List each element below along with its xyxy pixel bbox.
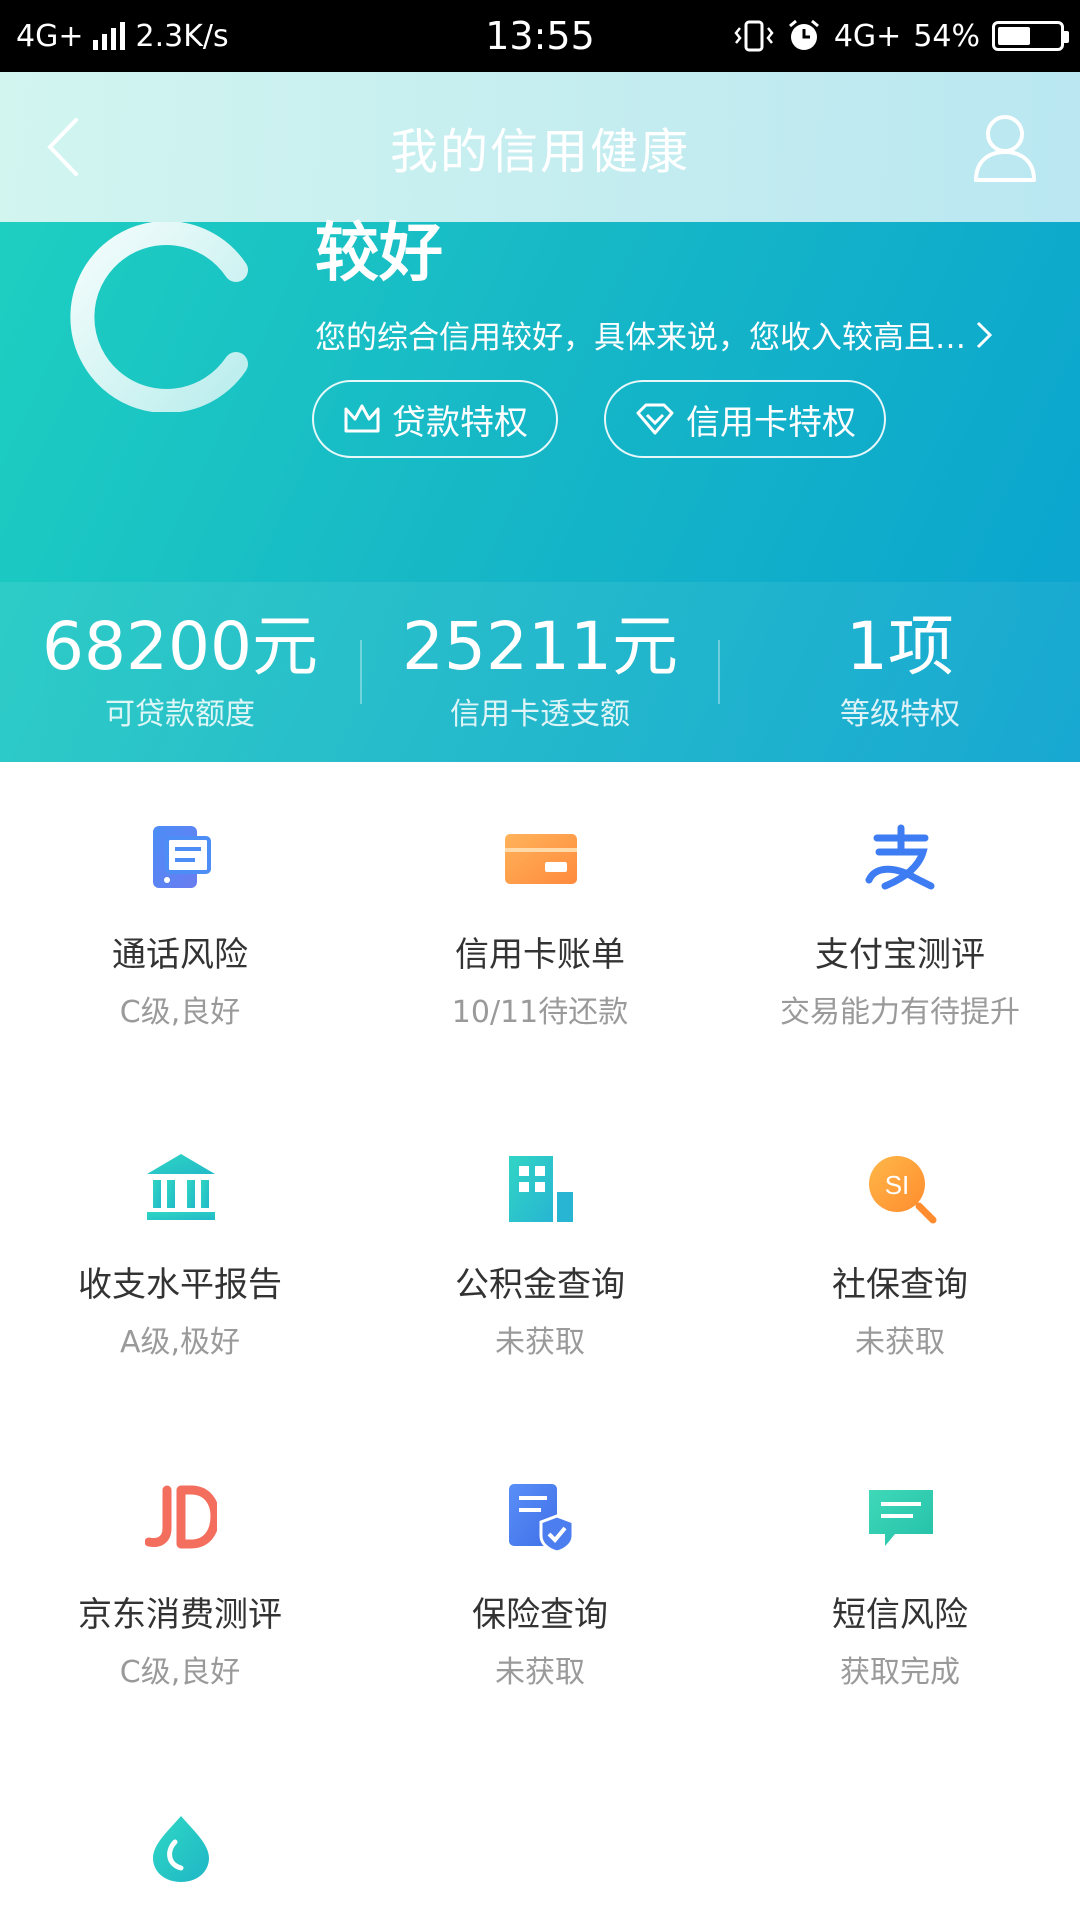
- grid-item-credit-card-bill[interactable]: 信用卡账单 10/11待还款: [360, 762, 720, 1092]
- nav-bar: 我的信用健康: [0, 72, 1080, 222]
- grid-item-alipay-review[interactable]: 支付宝测评 交易能力有待提升: [720, 762, 1080, 1092]
- grid-item-subtitle: A级,极好: [119, 1325, 241, 1360]
- grid-item-title: 信用卡账单: [455, 935, 625, 975]
- grid-item-call-risk[interactable]: 通话风险 C级,良好: [0, 762, 360, 1092]
- grid-item-insurance[interactable]: 保险查询 未获取: [360, 1422, 720, 1752]
- grid-item-subtitle: 10/11待还款: [451, 995, 629, 1030]
- alipay-icon: [865, 824, 935, 890]
- status-bar: 4G+ 2.3K/s 13:55 4G+ 54%: [0, 0, 1080, 72]
- c-grade-ring-icon: [70, 222, 248, 412]
- grid-item-subtitle: 未获取: [495, 1325, 585, 1360]
- credit-hero: 我的信用健康 较好 您的综合信用较好，具体来说，您收入较高且… 贷款特权 信用卡…: [0, 72, 1080, 762]
- drop-icon: [153, 1816, 209, 1882]
- stat-credit-card-overdraft[interactable]: 25211元 信用卡透支额: [360, 607, 720, 734]
- user-icon[interactable]: [970, 108, 1040, 186]
- diamond-icon: [636, 403, 674, 435]
- grid-item-sms-risk[interactable]: 短信风险 获取完成: [720, 1422, 1080, 1752]
- grade-description[interactable]: 您的综合信用较好，具体来说，您收入较高且…: [315, 312, 996, 357]
- grade-title: 较好: [315, 217, 443, 291]
- grid-item-subtitle: 交易能力有待提升: [780, 995, 1020, 1030]
- grid-item-subtitle: 未获取: [855, 1325, 945, 1360]
- grid-item-housing-fund[interactable]: 公积金查询 未获取: [360, 1092, 720, 1422]
- stats-row: 68200元 可贷款额度 25211元 信用卡透支额 1项 等级特权: [0, 582, 1080, 762]
- grid-item-title: 支付宝测评: [815, 935, 985, 975]
- stat-loan-limit[interactable]: 68200元 可贷款额度: [0, 607, 360, 734]
- credit-card-icon: [505, 834, 577, 884]
- grid-item-social-security[interactable]: SI 社保查询 未获取: [720, 1092, 1080, 1422]
- stat-value: 25211元: [402, 607, 678, 685]
- phone-risk-icon: [153, 826, 211, 888]
- loan-privilege-button[interactable]: 贷款特权: [312, 380, 558, 458]
- grid-item-title: 收支水平报告: [78, 1265, 282, 1305]
- crown-icon: [344, 404, 380, 433]
- grade-description-text: 您的综合信用较好，具体来说，您收入较高且…: [315, 320, 966, 356]
- grid-item-title: 公积金查询: [455, 1265, 625, 1305]
- grid-item-title: 通话风险: [112, 935, 248, 975]
- grid-item-jd-review[interactable]: 京东消费测评 C级,良好: [0, 1422, 360, 1752]
- loan-privilege-label: 贷款特权: [392, 402, 528, 443]
- battery-percent: 54%: [913, 18, 980, 54]
- status-right: 4G+ 54%: [734, 0, 1069, 72]
- grid-item-title: 社保查询: [832, 1265, 968, 1305]
- stat-label: 等级特权: [840, 697, 960, 733]
- stat-label: 信用卡透支额: [450, 697, 630, 733]
- jd-icon: [145, 1485, 217, 1549]
- grid-item-subtitle: C级,良好: [119, 995, 241, 1030]
- network2-label: 4G+: [833, 18, 902, 54]
- alarm-icon: [788, 19, 819, 50]
- credit-card-privilege-label: 信用卡特权: [686, 402, 856, 443]
- grid-item-title: 短信风险: [832, 1595, 968, 1635]
- stat-privileges[interactable]: 1项 等级特权: [720, 607, 1080, 734]
- grid-item-partial[interactable]: [0, 1752, 360, 1920]
- vibrate-icon: [734, 20, 774, 52]
- insurance-icon: [509, 1484, 575, 1554]
- svg-text:SI: SI: [885, 1170, 910, 1200]
- grid-item-title: 保险查询: [472, 1595, 608, 1635]
- stat-label: 可贷款额度: [105, 697, 255, 733]
- chevron-right-icon: [976, 321, 993, 348]
- building-icon: [509, 1156, 573, 1222]
- grid-item-subtitle: 获取完成: [840, 1655, 960, 1690]
- grid-item-income-report[interactable]: 收支水平报告 A级,极好: [0, 1092, 360, 1422]
- stat-value: 68200元: [42, 607, 318, 685]
- grid-item-title: 京东消费测评: [78, 1595, 282, 1635]
- grid-item-subtitle: 未获取: [495, 1655, 585, 1690]
- page-title: 我的信用健康: [389, 124, 690, 180]
- battery-icon: [992, 21, 1069, 51]
- bank-icon: [147, 1154, 215, 1220]
- sms-icon: [869, 1490, 933, 1546]
- credit-card-privilege-button[interactable]: 信用卡特权: [604, 380, 886, 458]
- stat-value: 1项: [846, 607, 954, 685]
- grid-item-subtitle: C级,良好: [119, 1655, 241, 1690]
- social-security-icon: SI: [869, 1156, 937, 1224]
- privilege-pills: 贷款特权 信用卡特权: [312, 380, 886, 458]
